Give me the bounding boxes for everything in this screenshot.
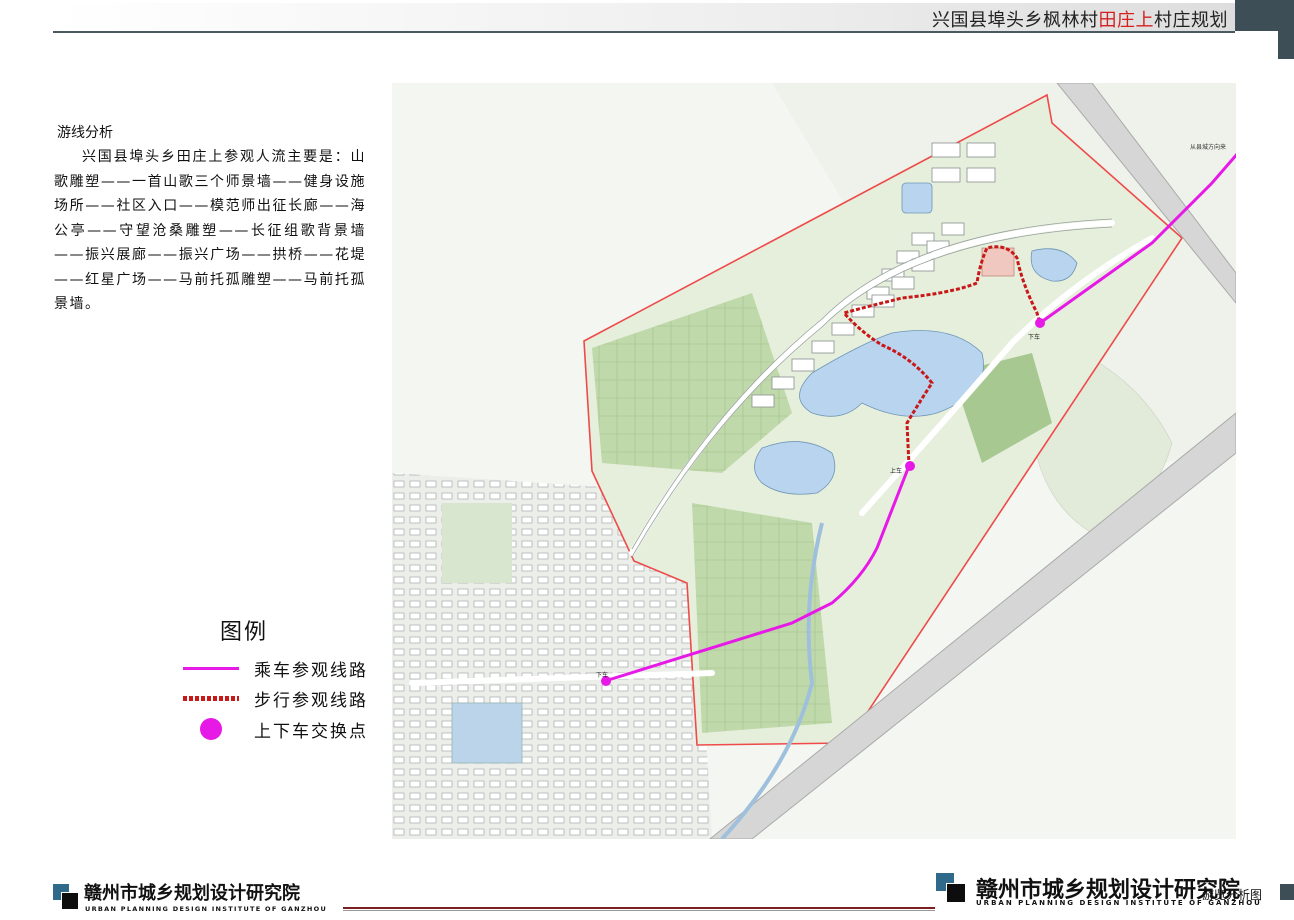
- description-title: 游线分析: [57, 125, 113, 141]
- transfer-point-top: [1035, 318, 1045, 328]
- legend-vehicle-line-icon: [183, 667, 239, 670]
- farmland-south: [692, 503, 832, 733]
- header-corner-block: [1235, 0, 1294, 31]
- legend-walking-dash-icon: [183, 696, 239, 701]
- town-water-block: [451, 702, 523, 764]
- footer-org-cn-left: 赣州市城乡规划设计研究院: [84, 883, 300, 904]
- header-corner-tab: [1278, 31, 1294, 59]
- page-title: 兴国县埠头乡枫林村田庄上村庄规划: [932, 6, 1228, 32]
- plaza: [981, 247, 1015, 277]
- legend-transfer-dot-icon: [200, 718, 222, 740]
- label-stop-middle: 上车: [890, 467, 902, 475]
- site-plan-map: 从县城方向来 下车 上车 下车: [392, 83, 1236, 839]
- label-stop-top: 下车: [1028, 333, 1040, 341]
- footer-corner-block: [1280, 884, 1294, 900]
- legend-label: 乘车参观线路: [254, 661, 368, 681]
- label-stop-bottom: 下车: [596, 671, 608, 679]
- footer-page-name: 游览分析图: [1202, 888, 1263, 902]
- title-part2: 村庄规划: [1154, 10, 1228, 31]
- legend-label: 步行参观线路: [254, 691, 368, 711]
- title-highlight: 田庄上: [1098, 10, 1154, 31]
- footer-divider-thin: [343, 910, 935, 911]
- institute-logo-left: [53, 884, 79, 910]
- description-body: 兴国县埠头乡田庄上参观人流主要是：山歌雕塑——一首山歌三个师景墙——健身设施场所…: [54, 149, 366, 312]
- title-part1: 兴国县埠头乡枫林村: [932, 10, 1099, 31]
- legend-label: 上下车交换点: [254, 722, 368, 742]
- transfer-point-middle: [905, 461, 915, 471]
- town-field: [442, 503, 512, 583]
- label-from-county: 从县城方向来: [1190, 143, 1226, 151]
- footer-divider: [343, 907, 935, 909]
- legend-title: 图例: [220, 620, 269, 645]
- institute-logo-right: [936, 873, 966, 903]
- footer-org-en-left: URBAN PLANNING DESIGN INSTITUTE OF GANZH…: [85, 905, 328, 913]
- site-plan-svg: 从县城方向来 下车 上车 下车: [392, 83, 1236, 839]
